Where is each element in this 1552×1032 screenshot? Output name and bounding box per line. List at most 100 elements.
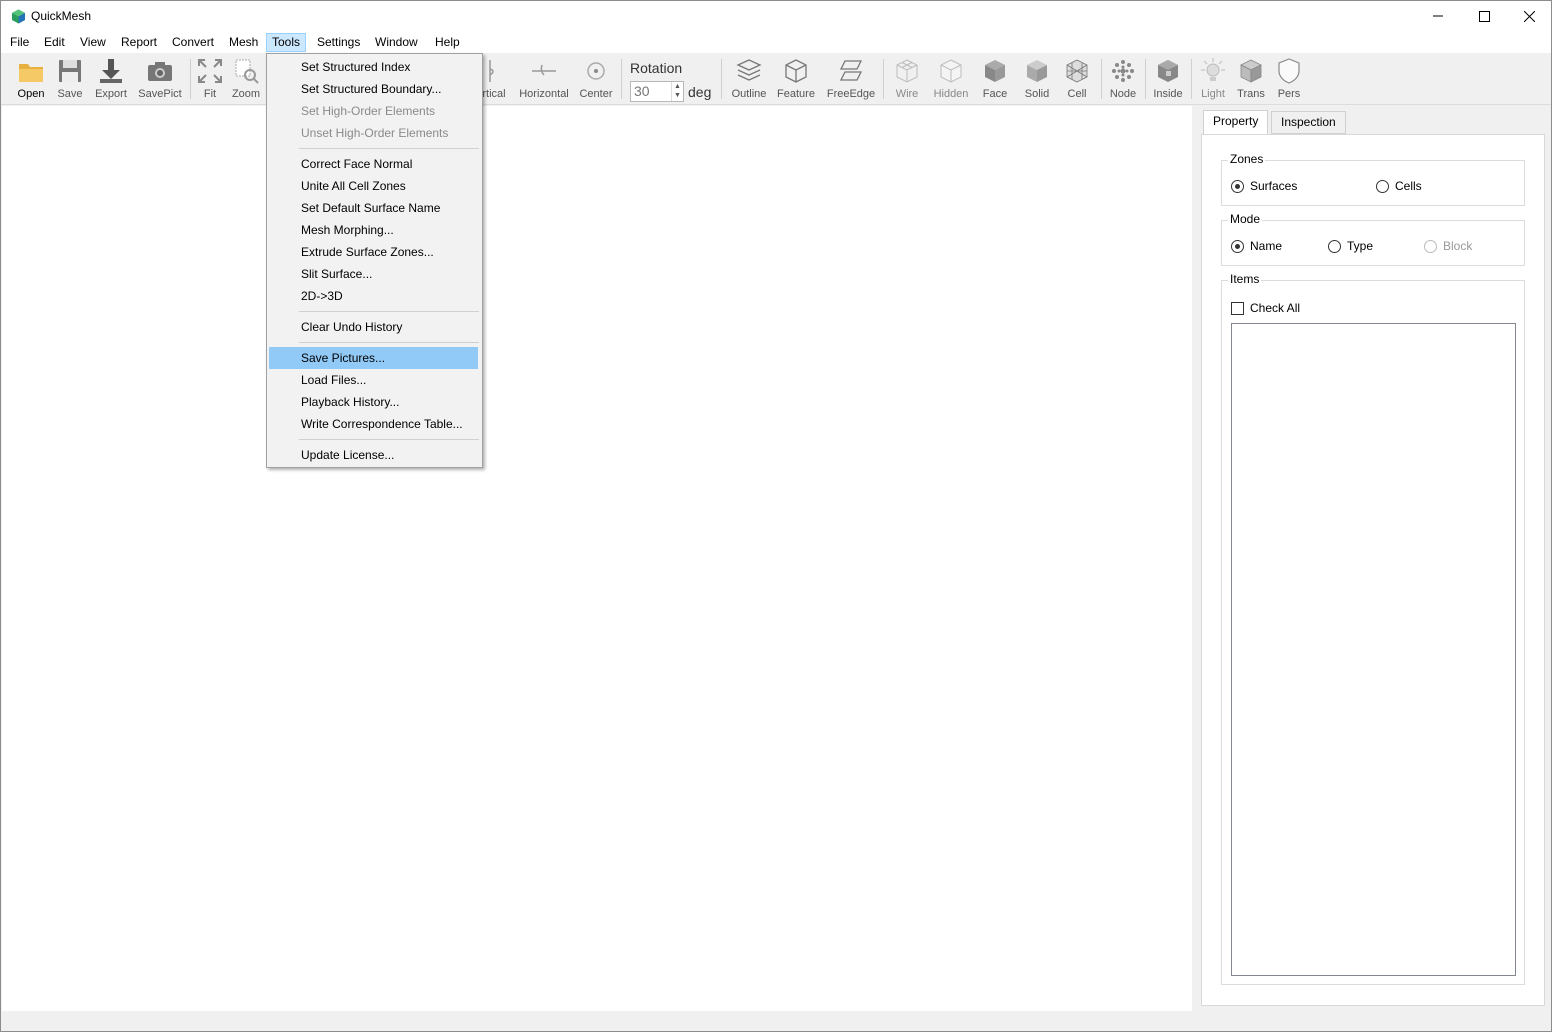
menu-extrude-surface-zones[interactable]: Extrude Surface Zones... <box>269 241 478 263</box>
menu-2d-to-3d[interactable]: 2D->3D <box>269 285 478 307</box>
solid-cube-icon <box>1027 60 1047 82</box>
menu-edit[interactable]: Edit <box>39 33 70 52</box>
tab-property[interactable]: Property <box>1203 110 1269 134</box>
wire-button[interactable]: Wire <box>889 57 925 103</box>
spin-down-icon: ▼ <box>674 92 681 99</box>
menu-report[interactable]: Report <box>116 33 162 52</box>
maximize-icon <box>1478 10 1490 22</box>
menu-set-default-surface-name[interactable]: Set Default Surface Name <box>269 197 478 219</box>
menu-separator <box>299 148 479 149</box>
cells-radio[interactable]: Cells <box>1376 179 1422 193</box>
face-button[interactable]: Face <box>977 57 1013 103</box>
window-title: QuickMesh <box>31 9 92 23</box>
status-bar <box>1 1011 1551 1031</box>
vertical-rotate-icon <box>489 60 494 82</box>
outline-button[interactable]: Outline <box>729 57 769 103</box>
menu-playback-history[interactable]: Playback History... <box>269 391 478 413</box>
node-icon <box>1112 60 1134 82</box>
menu-slit-surface[interactable]: Slit Surface... <box>269 263 478 285</box>
menu-view[interactable]: View <box>75 33 111 52</box>
menu-mesh[interactable]: Mesh <box>224 33 263 52</box>
close-button[interactable] <box>1506 1 1552 31</box>
menu-save-pictures[interactable]: Save Pictures... <box>269 347 478 369</box>
surfaces-radio[interactable]: Surfaces <box>1231 179 1297 193</box>
menu-write-correspondence-table[interactable]: Write Correspondence Table... <box>269 413 478 435</box>
pers-button[interactable]: Pers <box>1273 57 1305 103</box>
center-rotate-icon <box>587 62 605 80</box>
title-bar: QuickMesh <box>1 1 1551 31</box>
maximize-button[interactable] <box>1461 1 1507 31</box>
radio-disabled-icon <box>1424 239 1437 253</box>
menu-load-files[interactable]: Load Files... <box>269 369 478 391</box>
menu-unset-high-order-elements[interactable]: Unset High-Order Elements <box>269 122 478 144</box>
cell-button[interactable]: Cell <box>1059 57 1095 103</box>
menu-tools[interactable]: Tools <box>266 33 307 52</box>
horizontal-label: Horizontal <box>519 88 569 100</box>
freeedge-label: FreeEdge <box>826 88 876 100</box>
rotation-spinner[interactable]: ▲ ▼ <box>671 82 683 101</box>
savepict-button[interactable]: SavePict <box>137 57 183 103</box>
rotation-input[interactable]: 30 ▲ ▼ <box>630 81 684 102</box>
checkbox-unchecked-icon <box>1231 301 1244 315</box>
freeedge-button[interactable]: FreeEdge <box>825 57 877 103</box>
export-button[interactable]: Export <box>93 57 129 103</box>
center-button[interactable]: Center <box>577 57 615 103</box>
menu-update-license[interactable]: Update License... <box>269 444 478 466</box>
minimize-button[interactable] <box>1415 1 1461 31</box>
menu-file[interactable]: File <box>5 33 34 52</box>
toolbar-separator <box>190 59 191 99</box>
solid-label: Solid <box>1024 88 1050 100</box>
savepict-label: SavePict <box>138 88 182 100</box>
save-button[interactable]: Save <box>53 57 87 103</box>
mode-title: Mode <box>1228 212 1263 226</box>
fit-label: Fit <box>203 88 217 100</box>
fit-button[interactable]: Fit <box>195 57 225 103</box>
zoom-button[interactable]: Zoom <box>229 57 263 103</box>
toolbar: Open Save Export SavePict Fit Zoom rtica… <box>1 53 1551 105</box>
menu-set-structured-index[interactable]: Set Structured Index <box>269 56 478 78</box>
outline-icon <box>736 59 762 81</box>
trans-label: Trans <box>1237 88 1265 100</box>
trans-button[interactable]: Trans <box>1233 57 1269 103</box>
menu-mesh-morphing[interactable]: Mesh Morphing... <box>269 219 478 241</box>
menu-help[interactable]: Help <box>430 33 465 52</box>
zones-group: Zones Surfaces Cells <box>1221 152 1525 206</box>
minimize-icon <box>1433 15 1443 17</box>
menu-correct-face-normal[interactable]: Correct Face Normal <box>269 153 478 175</box>
rotation-value: 30 <box>634 83 650 99</box>
feature-label: Feature <box>777 88 815 100</box>
open-button[interactable]: Open <box>13 57 49 103</box>
floppy-disk-icon <box>59 60 81 82</box>
check-all-checkbox[interactable]: Check All <box>1231 301 1300 315</box>
menu-settings[interactable]: Settings <box>312 33 365 52</box>
items-list[interactable] <box>1231 323 1516 976</box>
menu-window[interactable]: Window <box>370 33 423 52</box>
block-label: Block <box>1443 239 1473 253</box>
menu-separator <box>299 311 479 312</box>
solid-button[interactable]: Solid <box>1019 57 1055 103</box>
light-button[interactable]: Light <box>1195 57 1231 103</box>
export-label: Export <box>95 88 127 100</box>
menu-clear-undo-history[interactable]: Clear Undo History <box>269 316 478 338</box>
menu-unite-all-cell-zones[interactable]: Unite All Cell Zones <box>269 175 478 197</box>
feature-button[interactable]: Feature <box>775 57 817 103</box>
toolbar-separator <box>721 59 722 99</box>
camera-icon <box>148 62 172 81</box>
tab-inspection[interactable]: Inspection <box>1271 111 1346 134</box>
type-radio[interactable]: Type <box>1328 239 1373 253</box>
block-radio[interactable]: Block <box>1424 239 1472 253</box>
spin-up-icon: ▲ <box>674 83 681 90</box>
mesh-viewport[interactable] <box>2 106 1192 1011</box>
menu-set-high-order-elements[interactable]: Set High-Order Elements <box>269 100 478 122</box>
node-button[interactable]: Node <box>1105 57 1141 103</box>
cell-mesh-icon <box>1066 59 1088 83</box>
hidden-button[interactable]: Hidden <box>931 57 971 103</box>
name-radio[interactable]: Name <box>1231 239 1282 253</box>
horizontal-button[interactable]: Horizontal <box>517 57 571 103</box>
app-logo-icon <box>12 9 25 24</box>
menu-convert[interactable]: Convert <box>167 33 219 52</box>
inside-button[interactable]: Inside <box>1149 57 1187 103</box>
menu-set-structured-boundary[interactable]: Set Structured Boundary... <box>269 78 478 100</box>
outline-label: Outline <box>731 88 767 100</box>
wire-cube-icon <box>896 59 918 83</box>
